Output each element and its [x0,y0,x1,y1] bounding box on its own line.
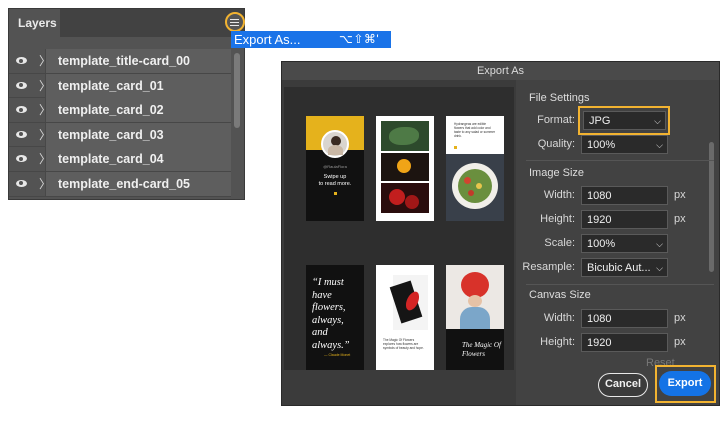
format-highlight [578,106,670,135]
preview-card[interactable]: The Magic Of Flowers explores how flower… [376,265,434,370]
layer-row[interactable]: 〉 template_end-card_05 [9,171,231,197]
layers-list: 〉 template_title-card_00 〉 template_card… [9,49,231,197]
layer-name: template_end-card_05 [58,176,191,191]
layer-name: template_card_01 [58,78,164,93]
export-as-dialog: Export As @RaulaFlora Swipe up to read m… [281,61,720,406]
menu-item-label: Export As... [234,32,301,47]
resample-select[interactable]: Bicubic Aut... ⌵ [581,258,668,277]
layer-name: template_card_04 [58,152,164,167]
eye-icon[interactable] [9,74,35,98]
card-text: Hydrangeas are edible flowers that add c… [454,122,496,138]
scale-select[interactable]: 100% ⌵ [581,234,668,253]
image-width-input[interactable]: 1080 [581,186,668,205]
menu-item-export-as[interactable]: Export As... ⌥⇧⌘' [231,31,391,48]
layers-tabbar: Layers [9,9,244,37]
chevron-down-icon: ⌵ [656,263,663,273]
layer-item[interactable]: template_card_04 [45,147,231,172]
layer-name: template_title-card_00 [58,54,191,68]
layers-panel: Layers 〉 template_title-card_00 〉 templa… [8,8,245,200]
card-title: The Magic Of Flowers [462,341,501,358]
canvas-height-label: Height: [540,336,575,348]
preview-card[interactable]: Hydrangeas are edible flowers that add c… [446,116,504,221]
eye-icon[interactable] [9,98,35,122]
export-button[interactable]: Export [659,371,711,396]
image-width-label: Width: [543,189,575,201]
layer-item[interactable]: template_end-card_05 [45,171,231,196]
card-text: Swipe up to read more. [318,174,352,187]
menu-item-shortcut: ⌥⇧⌘' [339,32,380,46]
layer-row[interactable]: 〉 template_card_01 [9,73,231,99]
canvas-width-input[interactable]: 1080 [581,309,668,328]
eye-icon[interactable] [9,172,35,196]
layers-scrollbar[interactable] [234,53,240,128]
canvas-height-unit: px [674,336,686,348]
image-height-label: Height: [540,213,575,225]
image-height-input[interactable]: 1920 [581,210,668,229]
preview-card[interactable] [376,116,434,221]
eye-icon[interactable] [9,147,35,171]
chevron-down-icon: ⌵ [656,140,663,150]
file-settings-title: File Settings [529,92,590,104]
scale-label: Scale: [544,237,575,249]
preview-card[interactable]: @RaulaFlora Swipe up to read more. [306,116,364,221]
canvas-height-input[interactable]: 1920 [581,333,668,352]
quality-label: Quality: [537,138,575,150]
avatar [321,130,349,158]
layer-name: template_card_03 [58,127,164,142]
resample-value: Bicubic Aut... [587,262,651,274]
card-attribution: — Claude Monet [324,353,351,357]
layer-row[interactable]: 〉 template_card_03 [9,122,231,148]
divider [526,160,714,161]
format-label: Format: [537,114,575,126]
canvas-size-title: Canvas Size [529,289,591,301]
layer-item[interactable]: template_title-card_00 [45,49,231,73]
quality-select[interactable]: 100% ⌵ [581,135,668,154]
layer-name: template_card_02 [58,103,164,118]
eye-icon[interactable] [9,49,35,73]
chevron-down-icon: ⌵ [656,239,663,249]
tab-layers[interactable]: Layers [9,9,60,37]
resample-label: Resample: [522,261,575,273]
layer-row[interactable]: 〉 template_card_04 [9,147,231,172]
layer-item[interactable]: template_card_02 [45,98,231,123]
cancel-button[interactable]: Cancel [598,373,648,397]
export-highlight: Export [655,365,716,403]
dialog-title: Export As [282,62,719,80]
eye-icon[interactable] [9,123,35,147]
divider [526,284,714,285]
settings-scrollbar[interactable] [709,142,714,272]
image-height-unit: px [674,213,686,225]
card-text: The Magic Of Flowers explores how flower… [383,338,424,350]
card-handle: @RaulaFlora [323,164,347,169]
preview-card[interactable]: The Magic Of Flowers [446,265,504,370]
layer-row[interactable]: 〉 template_title-card_00 [9,49,231,74]
quality-value: 100% [587,139,616,151]
layer-row[interactable]: 〉 template_card_02 [9,98,231,123]
panel-menu-icon[interactable] [225,12,245,32]
image-size-title: Image Size [529,167,585,179]
canvas-width-label: Width: [543,312,575,324]
scale-value: 100% [587,238,616,250]
card-quote: “I must have flowers, always, and always… [312,277,350,351]
canvas-width-unit: px [674,312,686,324]
layer-item[interactable]: template_card_03 [45,122,231,147]
preview-card[interactable]: “I must have flowers, always, and always… [306,265,364,370]
image-width-unit: px [674,189,686,201]
preview-area: @RaulaFlora Swipe up to read more. Hydra… [284,87,514,370]
layer-item[interactable]: template_card_01 [45,73,231,98]
